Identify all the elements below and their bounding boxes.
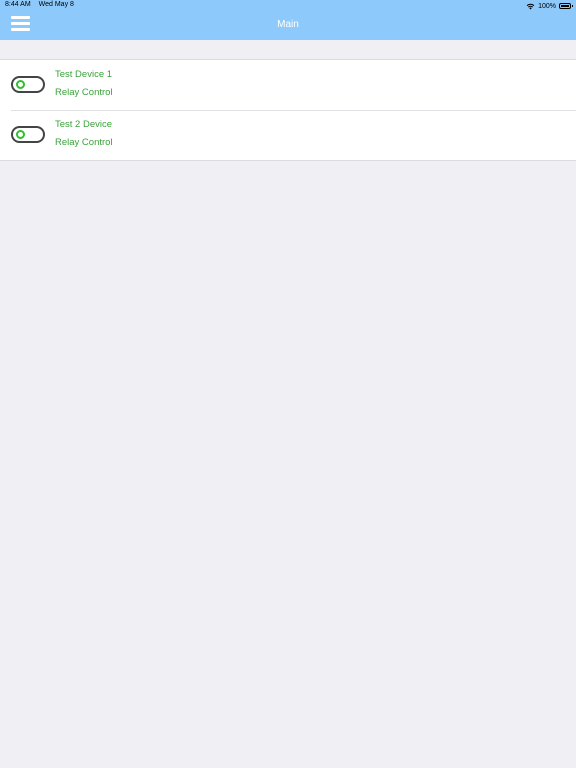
status-right: 100%	[526, 1, 573, 11]
toggle-knob-icon	[16, 80, 25, 89]
status-bar: 8:44 AM Wed May 8 100%	[0, 0, 576, 12]
relay-toggle-2[interactable]	[11, 126, 45, 143]
battery-icon	[559, 3, 573, 9]
toggle-knob-icon	[16, 130, 25, 139]
device-row-2[interactable]: Test 2 Device Relay Control	[0, 110, 576, 160]
device-row-1[interactable]: Test Device 1 Relay Control	[0, 60, 576, 110]
page-title: Main	[277, 19, 299, 30]
app-screen: 8:44 AM Wed May 8 100% Main Test Device …	[0, 0, 576, 768]
status-time: 8:44 AM	[5, 1, 31, 8]
device-name: Test Device 1	[55, 69, 113, 80]
status-left: 8:44 AM Wed May 8	[5, 1, 80, 8]
battery-level-fill	[561, 5, 569, 7]
navigation-header: 8:44 AM Wed May 8 100% Main	[0, 0, 576, 40]
device-subtitle: Relay Control	[55, 137, 113, 148]
device-name: Test 2 Device	[55, 119, 113, 130]
device-subtitle: Relay Control	[55, 87, 113, 98]
device-list: Test Device 1 Relay Control Test 2 Devic…	[0, 59, 576, 161]
wifi-icon	[526, 3, 535, 9]
relay-toggle-1[interactable]	[11, 76, 45, 93]
battery-percent: 100%	[538, 2, 556, 10]
status-date: Wed May 8	[38, 1, 74, 8]
